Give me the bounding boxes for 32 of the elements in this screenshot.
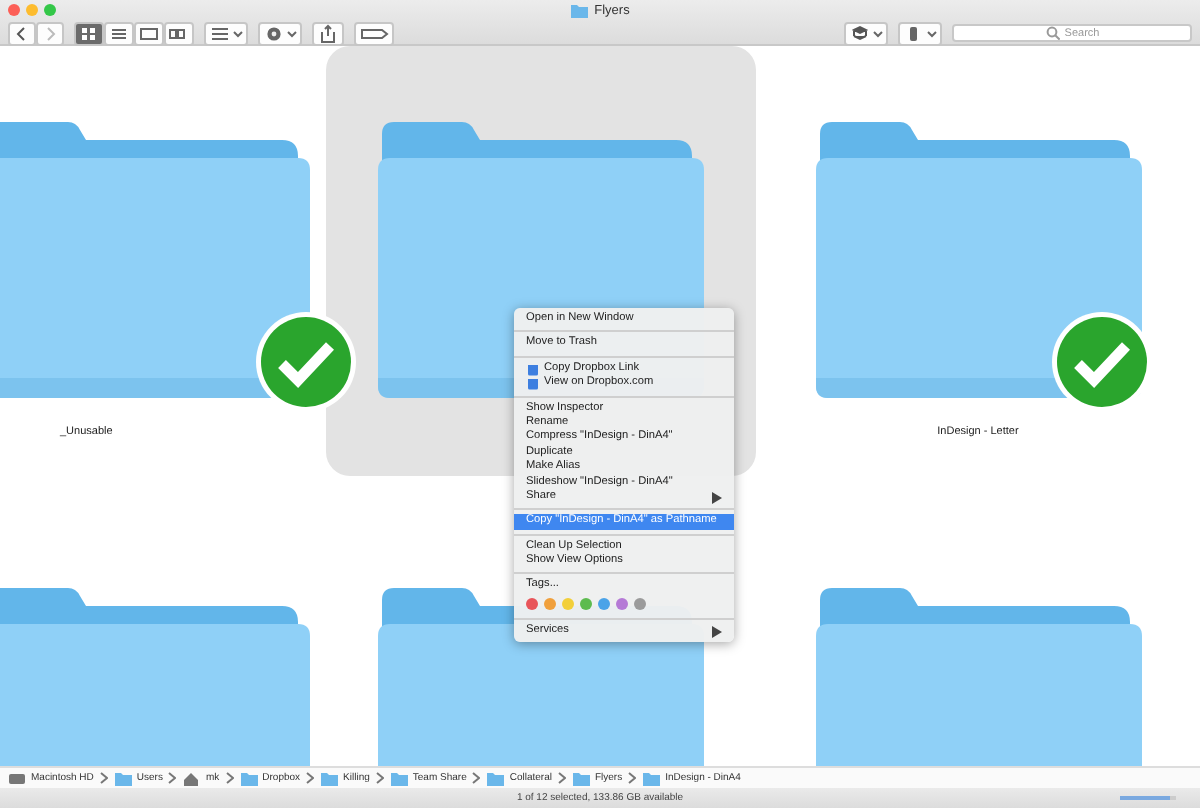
tag-color-dot[interactable] bbox=[616, 597, 628, 610]
chevron-icon bbox=[557, 772, 566, 784]
zoom-button[interactable] bbox=[44, 4, 56, 16]
group-menu-button[interactable] bbox=[204, 21, 248, 45]
tag-color-dot[interactable] bbox=[526, 597, 538, 610]
tag-color-dot[interactable] bbox=[562, 597, 574, 610]
folder-icon bbox=[570, 2, 591, 20]
list-view-button[interactable] bbox=[104, 21, 134, 45]
chevron-icon bbox=[628, 772, 637, 784]
share-button[interactable] bbox=[312, 21, 344, 45]
tag-color-dot[interactable] bbox=[634, 597, 646, 610]
back-button[interactable] bbox=[8, 21, 36, 45]
chevron-icon bbox=[99, 772, 108, 784]
chevron-icon bbox=[306, 772, 315, 784]
chevron-icon bbox=[472, 772, 481, 784]
chevron-icon bbox=[225, 772, 234, 784]
gallery-view-button[interactable] bbox=[164, 21, 194, 45]
search-icon bbox=[1046, 26, 1060, 40]
gear-icon[interactable] bbox=[258, 21, 302, 45]
tag-color-dot[interactable] bbox=[544, 597, 556, 610]
submenu-arrow-icon bbox=[712, 625, 722, 638]
chevron-icon bbox=[168, 772, 177, 784]
tag-color-dot[interactable] bbox=[598, 597, 610, 610]
tag-button[interactable] bbox=[354, 21, 394, 45]
icon-view-button[interactable] bbox=[74, 21, 104, 45]
submenu-arrow-icon bbox=[712, 491, 722, 504]
toolbar-menu-button[interactable] bbox=[898, 21, 942, 45]
close-button[interactable] bbox=[8, 4, 20, 16]
column-view-button[interactable] bbox=[134, 21, 164, 45]
tag-color-dot[interactable] bbox=[580, 597, 592, 610]
chevron-icon bbox=[375, 772, 384, 784]
minimize-button[interactable] bbox=[26, 4, 38, 16]
